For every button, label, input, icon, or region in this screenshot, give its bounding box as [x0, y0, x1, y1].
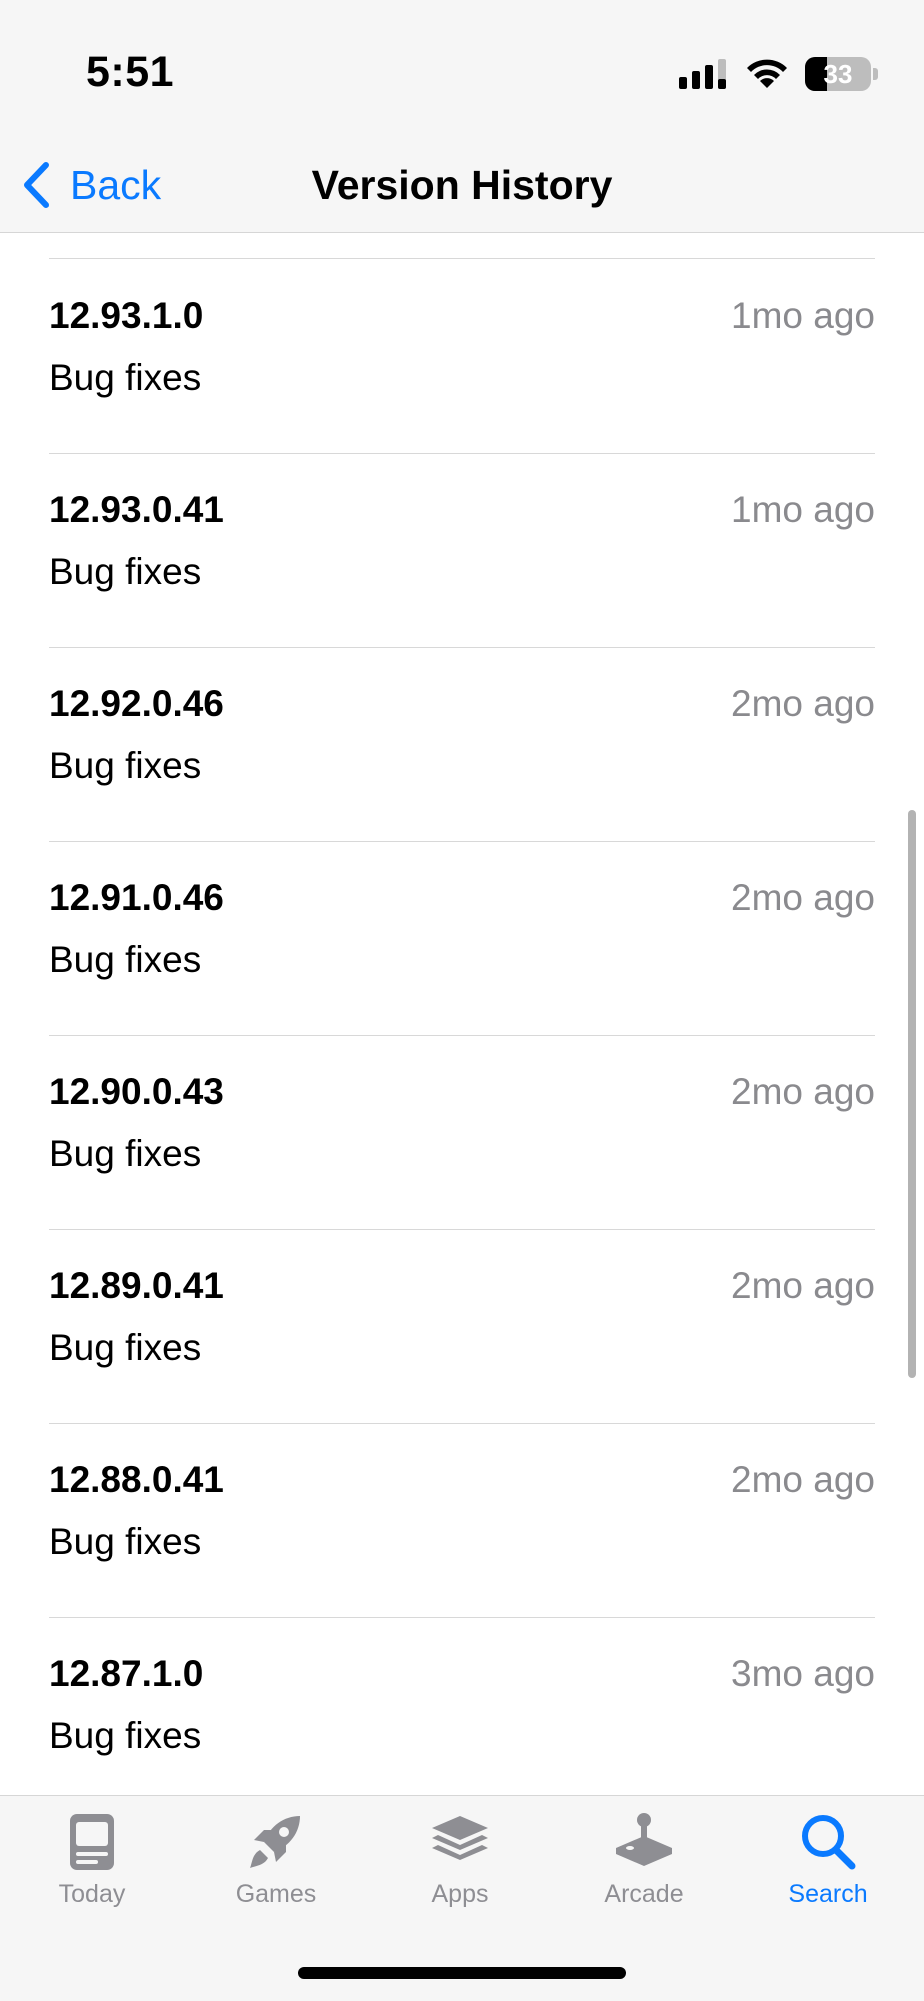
version-row[interactable]: 12.89.0.41 2mo ago Bug fixes [49, 1229, 875, 1424]
version-notes: Bug fixes [49, 745, 202, 786]
tab-label: Games [235, 1880, 317, 1908]
version-number: 12.89.0.41 [49, 1265, 224, 1306]
page-title: Version History [311, 162, 613, 208]
version-row[interactable]: 12.87.1.0 3mo ago Bug fixes [49, 1617, 875, 1795]
version-number: 12.87.1.0 [49, 1653, 204, 1694]
today-icon [70, 1814, 114, 1870]
version-notes: Bug fixes [49, 551, 202, 592]
tab-games[interactable]: Games [184, 1810, 368, 1920]
tab-label: Search [788, 1880, 868, 1908]
apps-stack-icon [432, 1816, 488, 1860]
version-number: 12.91.0.46 [49, 877, 224, 918]
battery-cap [873, 68, 878, 80]
battery-level: 33 [823, 58, 853, 89]
version-row[interactable]: 12.93.0.41 1mo ago Bug fixes [49, 453, 875, 648]
version-age: 2mo ago [731, 877, 875, 918]
version-history-list[interactable]: 12.93.1.0 1mo ago Bug fixes 12.93.0.41 1… [0, 233, 924, 1795]
version-age: 3mo ago [731, 1653, 875, 1694]
version-row[interactable]: 12.90.0.43 2mo ago Bug fixes [49, 1035, 875, 1230]
tab-arcade[interactable]: Arcade [552, 1810, 736, 1920]
version-number: 12.93.1.0 [49, 295, 204, 336]
version-notes: Bug fixes [49, 1521, 202, 1562]
rocket-icon [250, 1816, 300, 1868]
cellular-signal-icon [679, 59, 726, 89]
version-notes: Bug fixes [49, 939, 202, 980]
status-bar: 5:51 33 [0, 0, 924, 140]
version-age: 2mo ago [731, 1071, 875, 1112]
version-row[interactable]: 12.91.0.46 2mo ago Bug fixes [49, 841, 875, 1036]
version-notes: Bug fixes [49, 1133, 202, 1174]
tab-apps[interactable]: Apps [368, 1810, 552, 1920]
tab-label: Apps [431, 1880, 489, 1908]
tab-search[interactable]: Search [736, 1810, 920, 1920]
battery-indicator: 33 [805, 57, 871, 91]
home-indicator[interactable] [298, 1967, 626, 1979]
joystick-icon [616, 1813, 672, 1866]
version-notes: Bug fixes [49, 1327, 202, 1368]
tab-label: Today [58, 1880, 126, 1908]
tab-today[interactable]: Today [0, 1810, 184, 1920]
version-number: 12.92.0.46 [49, 683, 224, 724]
version-age: 2mo ago [731, 1459, 875, 1500]
wifi-icon [747, 59, 787, 88]
status-icons: 33 [677, 54, 878, 94]
version-row[interactable]: 12.92.0.46 2mo ago Bug fixes [49, 647, 875, 842]
status-time: 5:51 [86, 48, 175, 96]
version-notes: Bug fixes [49, 357, 202, 398]
version-row[interactable]: 12.88.0.41 2mo ago Bug fixes [49, 1423, 875, 1618]
tab-label: Arcade [604, 1880, 684, 1908]
version-age: 1mo ago [731, 295, 875, 336]
version-age: 2mo ago [731, 683, 875, 724]
version-number: 12.88.0.41 [49, 1459, 224, 1500]
version-age: 2mo ago [731, 1265, 875, 1306]
version-number: 12.93.0.41 [49, 489, 224, 530]
version-row[interactable]: 12.93.1.0 1mo ago Bug fixes [49, 259, 875, 454]
search-icon [802, 1815, 856, 1870]
navigation-bar: Back Version History [0, 140, 924, 233]
scroll-indicator[interactable] [908, 810, 916, 1378]
version-notes: Bug fixes [49, 1715, 202, 1756]
version-age: 1mo ago [731, 489, 875, 530]
version-number: 12.90.0.43 [49, 1071, 224, 1112]
